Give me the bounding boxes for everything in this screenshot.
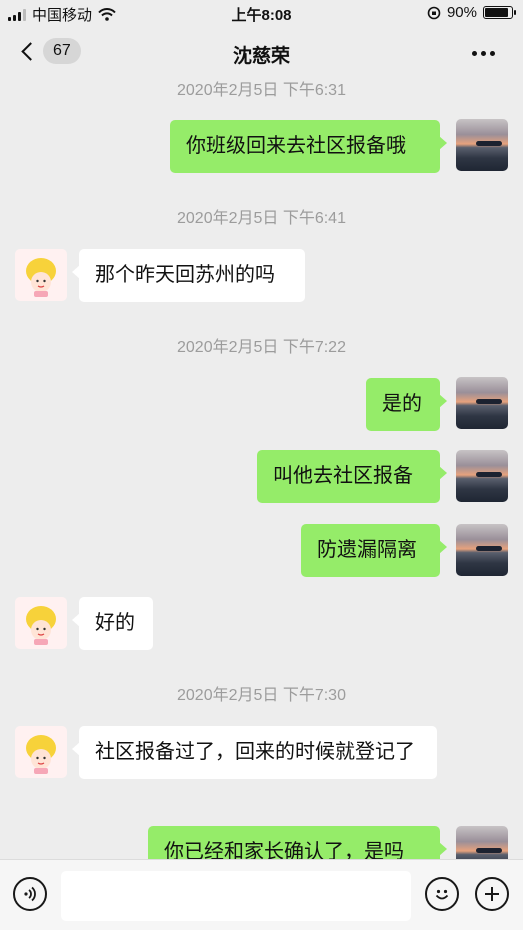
battery-percent: 90%	[446, 4, 477, 21]
more-button[interactable]	[472, 51, 495, 56]
timestamp: 2020年2月5日 下午6:31	[177, 82, 346, 99]
orientation-lock-icon	[427, 6, 441, 19]
voice-button[interactable]	[13, 877, 47, 911]
message-list[interactable]: 2020年2月5日 下午6:31 你班级回来去社区报备哦 2020年2月5日 下…	[0, 78, 523, 859]
avatar-me[interactable]	[456, 119, 508, 171]
avatar-me[interactable]	[456, 450, 508, 502]
timestamp: 2020年2月5日 下午7:22	[177, 339, 346, 356]
message-bubble-contact[interactable]: 那个昨天回苏州的吗	[72, 249, 305, 302]
more-dots-icon	[472, 51, 477, 56]
plus-circle-icon	[485, 887, 499, 901]
message-bubble-mine[interactable]: 防遗漏隔离	[301, 524, 447, 577]
timestamp: 2020年2月5日 下午6:41	[177, 210, 346, 227]
message-bubble-mine[interactable]: 是的	[366, 378, 447, 431]
chat-title: 沈慈荣	[232, 46, 290, 67]
avatar-me[interactable]	[456, 826, 508, 859]
avatar-me[interactable]	[456, 377, 508, 429]
chat-header: 67 沈慈荣	[0, 28, 523, 78]
message-bubble-mine[interactable]: 你已经和家长确认了，是吗	[148, 826, 447, 859]
timestamp: 2020年2月5日 下午7:30	[177, 687, 346, 704]
voice-icon	[24, 886, 36, 902]
message-input[interactable]	[61, 871, 411, 921]
message-bubble-mine[interactable]: 叫他去社区报备	[257, 450, 447, 503]
status-bar: 中国移动 上午8:08 90%	[0, 0, 523, 28]
avatar-contact[interactable]	[15, 597, 67, 649]
emoji-icon	[435, 889, 449, 900]
avatar-me[interactable]	[456, 524, 508, 576]
message-bubble-contact[interactable]: 好的	[72, 597, 153, 650]
cartoon-avatar-icon	[26, 258, 56, 297]
message-bubble-contact[interactable]: 社区报备过了，回来的时候就登记了	[72, 726, 437, 779]
add-button[interactable]	[475, 877, 509, 911]
input-bar	[0, 859, 523, 930]
message-bubble-mine[interactable]: 你班级回来去社区报备哦	[170, 120, 447, 173]
battery-icon	[483, 6, 516, 19]
avatar-contact[interactable]	[15, 726, 67, 778]
cartoon-avatar-icon	[26, 606, 56, 645]
avatar-contact[interactable]	[15, 249, 67, 301]
cartoon-avatar-icon	[26, 735, 56, 774]
emoji-button[interactable]	[425, 877, 459, 911]
